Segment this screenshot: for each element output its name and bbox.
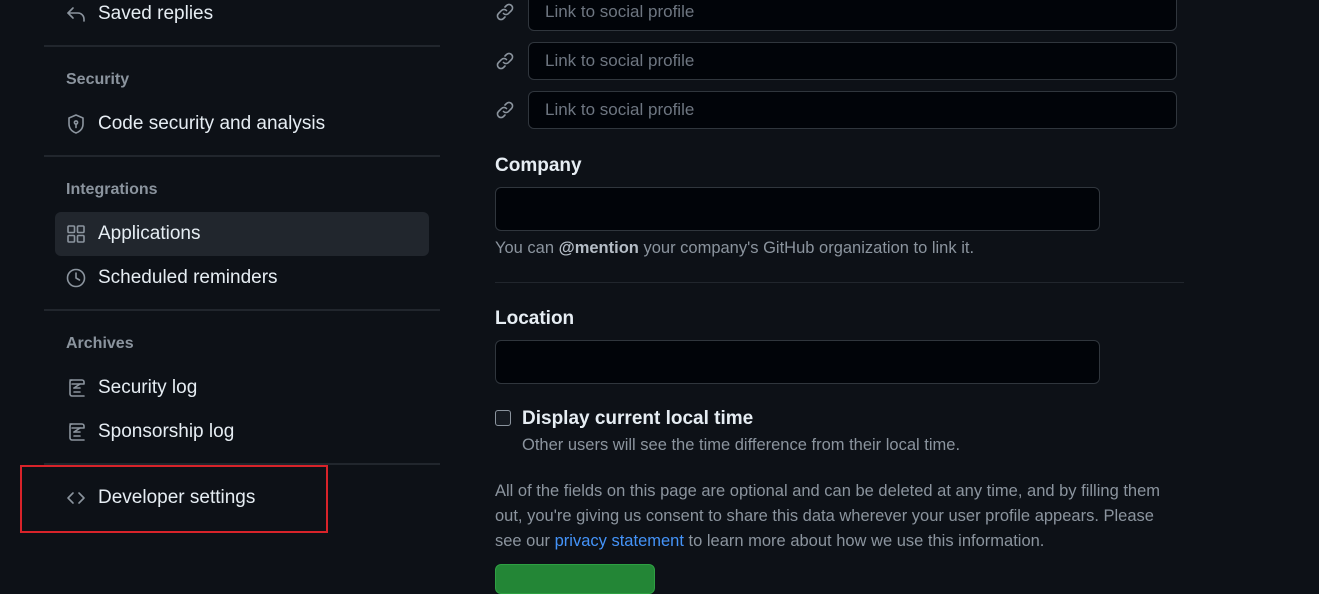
sidebar-item-label: Saved replies (98, 3, 214, 24)
settings-sidebar: Saved replies Security Code security and… (0, 0, 460, 576)
social-link-row (494, 91, 1177, 129)
sidebar-item-saved-replies[interactable]: Saved replies (55, 0, 429, 36)
sidebar-item-label: Developer settings (98, 487, 256, 508)
local-time-checkbox[interactable] (495, 410, 511, 426)
mention-text: @mention (558, 239, 639, 257)
company-help-prefix: You can (495, 239, 559, 257)
sidebar-item-label: Sponsorship log (98, 421, 235, 442)
location-label: Location (495, 308, 575, 329)
link-icon (494, 1, 516, 23)
sidebar-item-sponsorship-log[interactable]: Sponsorship log (55, 410, 429, 454)
sidebar-item-developer-settings[interactable]: Developer settings (55, 476, 429, 520)
social-link-row (494, 0, 1177, 31)
company-help-text: You can @mention your company's GitHub o… (495, 239, 974, 258)
apps-grid-icon (65, 223, 87, 245)
log-icon (65, 377, 87, 399)
social-link-row (494, 42, 1177, 80)
log-icon (65, 421, 87, 443)
sidebar-item-scheduled-reminders[interactable]: Scheduled reminders (55, 256, 429, 300)
social-link-input-3[interactable] (528, 91, 1177, 129)
section-heading-security: Security (66, 71, 130, 88)
sidebar-divider (44, 463, 440, 465)
company-help-suffix: your company's GitHub organization to li… (638, 239, 975, 257)
clock-icon (65, 267, 87, 289)
code-icon (65, 487, 87, 509)
profile-form: Company You can @mention your company's … (460, 0, 1319, 594)
reply-icon (65, 3, 87, 25)
sidebar-item-label: Scheduled reminders (98, 267, 278, 288)
sidebar-item-label: Code security and analysis (98, 113, 326, 134)
shield-icon (65, 113, 87, 135)
sidebar-item-code-security[interactable]: Code security and analysis (55, 102, 429, 146)
privacy-statement-link[interactable]: privacy statement (555, 532, 684, 550)
sidebar-divider (44, 309, 440, 311)
sidebar-divider (44, 155, 440, 157)
sidebar-item-applications[interactable]: Applications (55, 212, 429, 256)
social-link-input-2[interactable] (528, 42, 1177, 80)
company-label: Company (495, 155, 582, 176)
form-divider (495, 282, 1184, 283)
social-link-input-1[interactable] (528, 0, 1177, 31)
sidebar-item-label: Security log (98, 377, 198, 398)
link-icon (494, 99, 516, 121)
local-time-help: Other users will see the time difference… (522, 436, 961, 454)
section-heading-integrations: Integrations (66, 181, 158, 198)
sidebar-divider (44, 45, 440, 47)
location-input[interactable] (495, 340, 1100, 384)
update-profile-button[interactable] (495, 564, 655, 594)
sidebar-item-security-log[interactable]: Security log (55, 366, 429, 410)
disclaimer-suffix: to learn more about how we use this info… (683, 532, 1045, 550)
sidebar-item-label: Applications (98, 223, 201, 244)
profile-disclaimer: All of the fields on this page are optio… (495, 479, 1185, 554)
section-heading-archives: Archives (66, 335, 134, 352)
link-icon (494, 50, 516, 72)
local-time-label[interactable]: Display current local time (522, 408, 753, 430)
company-input[interactable] (495, 187, 1100, 231)
